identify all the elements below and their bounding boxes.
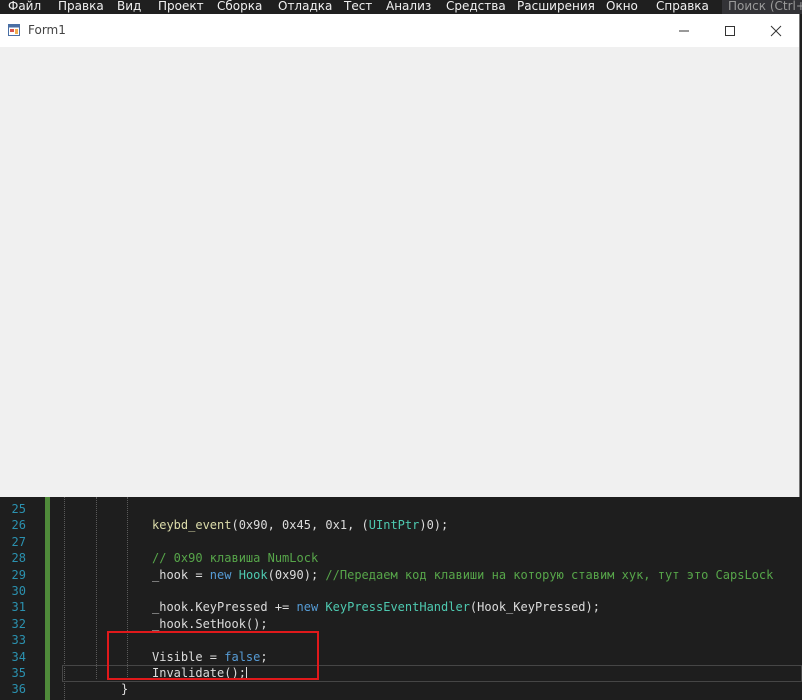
line-number: 29 xyxy=(11,568,26,582)
menu-project[interactable]: Проект xyxy=(158,0,204,12)
code-method: keybd_event xyxy=(152,518,232,532)
menu-edit[interactable]: Правка xyxy=(58,0,104,12)
search-input[interactable]: Поиск (Ctrl+S xyxy=(722,0,802,14)
menu-tools[interactable]: Средства xyxy=(446,0,506,12)
menu-build[interactable]: Сборка xyxy=(217,0,262,12)
code-keyword: new xyxy=(209,568,232,582)
code-line-36: } xyxy=(121,682,129,696)
code-type: KeyPressEventHandler xyxy=(325,600,470,614)
menu-view[interactable]: Вид xyxy=(117,0,141,12)
code-type: Hook xyxy=(238,568,268,582)
line-number: 31 xyxy=(11,600,26,614)
code-line-26: keybd_event(0x90, 0x45, 0x1, (UIntPtr)0)… xyxy=(152,517,448,533)
menu-help[interactable]: Справка xyxy=(656,0,709,12)
line-number: 26 xyxy=(11,518,26,532)
code-keyword: new xyxy=(296,600,319,614)
minimize-button[interactable] xyxy=(661,14,707,47)
menu-extensions[interactable]: Расширения xyxy=(517,0,595,12)
code-type: UIntPtr xyxy=(368,518,420,532)
code-args: )0); xyxy=(419,518,449,532)
code-args: (Hook_KeyPressed); xyxy=(469,600,600,614)
menu-bar: Файл Правка Вид Проект Сборка Отладка Те… xyxy=(0,0,802,14)
menu-debug[interactable]: Отладка xyxy=(278,0,332,12)
code-line-31: _hook.KeyPressed += new KeyPressEventHan… xyxy=(152,599,600,615)
menu-test[interactable]: Тест xyxy=(344,0,372,12)
close-icon xyxy=(770,25,782,36)
line-number: 35 xyxy=(11,666,26,680)
menu-file[interactable]: Файл xyxy=(8,0,41,12)
line-number: 34 xyxy=(11,650,26,664)
change-indicator-bar xyxy=(45,497,50,700)
indent-guide xyxy=(96,497,97,679)
minimize-icon xyxy=(679,30,689,31)
line-number: 30 xyxy=(11,584,26,598)
line-number: 32 xyxy=(11,617,26,631)
code-line-29: _hook = new Hook(0x90); //Передаем код к… xyxy=(152,567,773,583)
menu-analyze[interactable]: Анализ xyxy=(386,0,431,12)
line-number: 27 xyxy=(11,535,26,549)
maximize-button[interactable] xyxy=(707,14,753,47)
code-text: _hook.KeyPressed += xyxy=(152,600,297,614)
window-titlebar[interactable]: Form1 xyxy=(0,14,799,47)
code-args: (0x90, 0x45, 0x1, ( xyxy=(231,518,369,532)
code-comment: //Передаем код клавиши на которую ставим… xyxy=(325,568,774,582)
line-number: 36 xyxy=(11,682,26,696)
code-line-28: // 0x90 клавиша NumLock xyxy=(152,551,319,565)
code-args: (0x90); xyxy=(267,568,326,582)
line-number: 25 xyxy=(11,502,26,516)
form-window: Form1 xyxy=(0,14,800,498)
line-number: 33 xyxy=(11,633,26,647)
highlight-annotation-box xyxy=(107,631,319,680)
menu-window[interactable]: Окно xyxy=(606,0,638,12)
form-app-icon xyxy=(8,24,20,36)
code-text: _hook = xyxy=(152,568,210,582)
window-title: Form1 xyxy=(28,23,66,37)
close-button[interactable] xyxy=(753,14,799,47)
line-number: 28 xyxy=(11,551,26,565)
maximize-icon xyxy=(725,25,735,36)
code-line-32: _hook.SetHook(); xyxy=(152,617,268,631)
form-client-area[interactable] xyxy=(0,47,799,497)
